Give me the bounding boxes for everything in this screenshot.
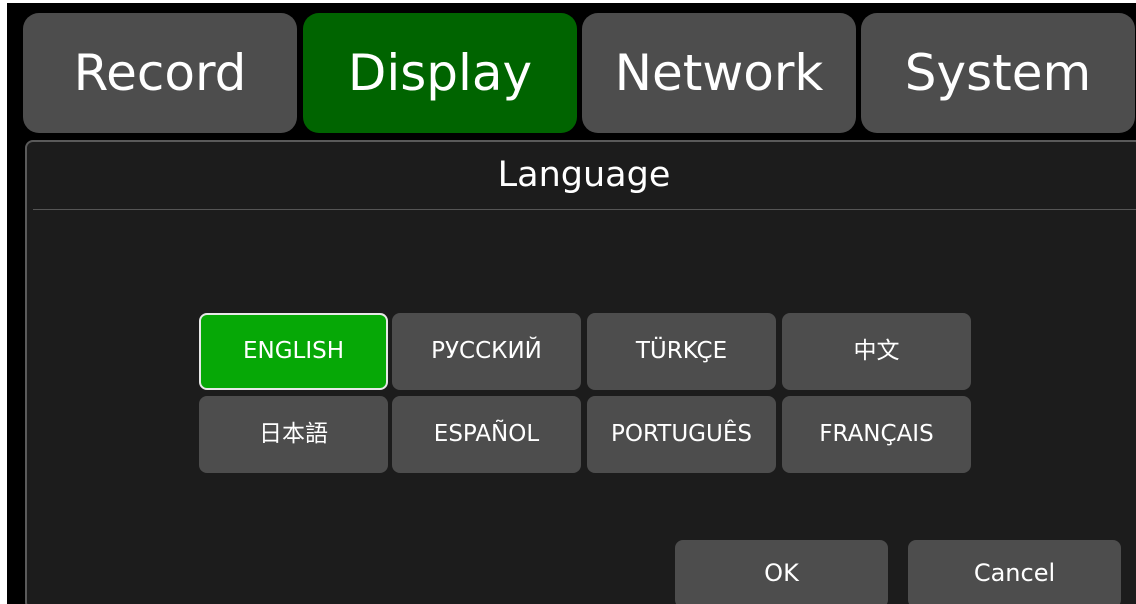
tab-system[interactable]: System bbox=[861, 13, 1135, 133]
cancel-button[interactable]: Cancel bbox=[908, 540, 1121, 604]
device-screen: Record Display Network System Language E… bbox=[7, 3, 1136, 604]
tab-record[interactable]: Record bbox=[23, 13, 297, 133]
language-option-turkish[interactable]: TÜRKÇE bbox=[587, 313, 776, 390]
language-option-english[interactable]: ENGLISH bbox=[199, 313, 388, 390]
ok-button[interactable]: OK bbox=[675, 540, 888, 604]
panel-title: Language bbox=[497, 155, 671, 195]
language-option-portuguese[interactable]: PORTUGUÊS bbox=[587, 396, 776, 473]
language-option-spanish[interactable]: ESPAÑOL bbox=[392, 396, 581, 473]
tab-network[interactable]: Network bbox=[582, 13, 856, 133]
language-option-japanese[interactable]: 日本語 bbox=[199, 396, 388, 473]
title-divider bbox=[33, 209, 1136, 210]
language-option-french[interactable]: FRANÇAIS bbox=[782, 396, 971, 473]
language-panel: Language ENGLISH РУССКИЙ TÜRKÇE 中文 日本語 E… bbox=[25, 140, 1136, 604]
tab-display[interactable]: Display bbox=[303, 13, 577, 133]
language-option-chinese[interactable]: 中文 bbox=[782, 313, 971, 390]
language-option-russian[interactable]: РУССКИЙ bbox=[392, 313, 581, 390]
